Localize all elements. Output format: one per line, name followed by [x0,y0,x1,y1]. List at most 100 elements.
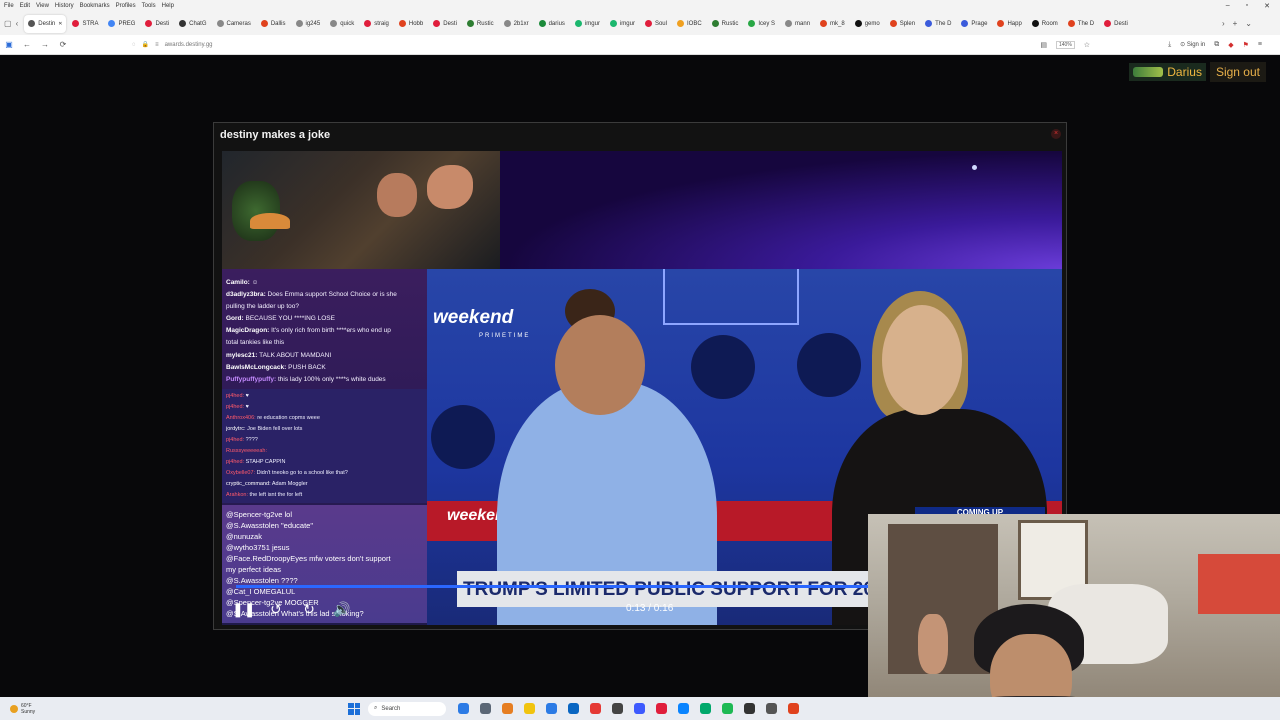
browser-tab[interactable]: Desti [1100,15,1132,33]
forward-icon[interactable]: ↻ [299,599,319,619]
pause-icon[interactable]: ❚❚ [232,599,255,619]
weather-widget[interactable]: 60°F Sunny [0,703,330,715]
chat-username[interactable]: cryptic_command: [226,481,271,487]
chat-username[interactable]: Anthrox406: [226,415,256,421]
reload-icon[interactable]: ⟳ [54,40,72,49]
shield-icon[interactable]: ◌ [132,42,136,48]
taskbar-app-icon[interactable] [788,703,799,714]
browser-tab[interactable]: Dallis [257,15,290,33]
chat-username[interactable]: Gord: [226,315,244,322]
page-info-icon[interactable]: ≡ [155,42,159,48]
minimize-icon[interactable]: – [1226,2,1230,10]
browser-tab[interactable]: straig [360,15,393,33]
address-bar[interactable]: ◌ 🔒 ≡ awards.destiny.gg [132,41,1032,49]
taskbar-app-icon[interactable] [480,703,491,714]
chat-username[interactable]: Arahkon: [226,492,248,498]
chat-username[interactable]: Oxybelle07: [226,470,255,476]
scroll-tabs-icon[interactable]: › [1222,19,1225,28]
tab-back-icon[interactable]: ‹ [16,19,19,28]
menu-profiles[interactable]: Profiles [116,3,136,9]
tab-actions-icon[interactable]: ▢ [4,19,12,28]
chat-username[interactable]: d3adlyz3bra: [226,291,266,298]
zoom-level[interactable]: 140% [1055,40,1075,49]
taskbar-app-icon[interactable] [656,703,667,714]
taskbar-app-icon[interactable] [700,703,711,714]
forward-icon[interactable]: → [36,40,54,49]
chat-username[interactable]: MagicDragon: [226,327,269,334]
chat-username[interactable]: BawlsMcLongcack: [226,364,286,371]
menu-file[interactable]: File [4,3,14,9]
browser-tab[interactable]: Splen [886,15,919,33]
extensions-icon[interactable]: ⧉ [1214,41,1219,49]
browser-tab[interactable]: Desti [429,15,461,33]
browser-tab[interactable]: STRA [68,15,102,33]
browser-tab[interactable]: Icey S [744,15,779,33]
sidebar-toggle-icon[interactable]: ▣ [0,40,18,49]
back-icon[interactable]: ← [18,40,36,49]
taskbar-app-icon[interactable] [590,703,601,714]
maximize-icon[interactable]: ▫ [1246,2,1248,10]
browser-tab[interactable]: Happ [993,15,1025,33]
chat-username[interactable]: jordytrc: [226,426,246,432]
taskbar-app-icon[interactable] [524,703,535,714]
chat-username[interactable]: mylesc21: [226,352,257,359]
taskbar-app-icon[interactable] [458,703,469,714]
browser-tab[interactable]: mann [781,15,814,33]
url-text[interactable]: awards.destiny.gg [165,42,213,48]
chat-username[interactable]: pj4hed: [226,437,244,443]
browser-tab[interactable]: mk_8 [816,15,849,33]
taskbar-app-icon[interactable] [766,703,777,714]
taskbar-app-icon[interactable] [744,703,755,714]
extension-flag-icon[interactable]: ⚑ [1243,41,1249,49]
browser-tab[interactable]: imgur [571,15,604,33]
taskbar-app-icon[interactable] [612,703,623,714]
browser-tab[interactable]: Rustic [708,15,743,33]
chat-username[interactable]: pj4hed: [226,404,244,410]
menu-view[interactable]: View [36,3,49,9]
browser-tab[interactable]: PREG [104,15,139,33]
tab-list-icon[interactable]: ⌄ [1245,19,1252,28]
taskbar-app-icon[interactable] [678,703,689,714]
menu-icon[interactable]: ≡ [1258,41,1262,48]
browser-tab[interactable]: Hobb [395,15,427,33]
new-tab-icon[interactable]: + [1233,19,1238,28]
browser-tab[interactable]: Soul [641,15,671,33]
bookmark-star-icon[interactable]: ☆ [1084,41,1090,49]
menu-help[interactable]: Help [162,3,174,9]
browser-tab[interactable]: darius [535,15,569,33]
browser-tab[interactable]: Room [1028,15,1062,33]
chat-username[interactable]: pj4hed: [226,393,244,399]
sign-in-button[interactable]: ⊙ Sign in [1180,41,1205,48]
reader-view-icon[interactable]: ▤ [1040,41,1047,49]
chat-username[interactable]: Camilo: [226,279,250,286]
taskbar-app-icon[interactable] [502,703,513,714]
menu-bookmarks[interactable]: Bookmarks [80,3,110,9]
browser-tab[interactable]: Cameras [213,15,255,33]
taskbar-app-icon[interactable] [634,703,645,714]
browser-tab[interactable]: The D [921,15,955,33]
browser-tab[interactable]: Rustic [463,15,498,33]
sign-out-button[interactable]: Sign out [1209,62,1266,82]
user-profile[interactable]: Darius [1129,63,1206,81]
close-window-icon[interactable]: ✕ [1264,2,1270,10]
browser-tab[interactable]: Desti [141,15,173,33]
taskbar-search[interactable]: ⌕ Search [368,701,446,716]
browser-tab[interactable]: Destin ✕ [24,14,67,33]
chat-username[interactable]: pj4hed: [226,459,244,465]
taskbar-app-icon[interactable] [546,703,557,714]
browser-tab[interactable]: The D [1064,15,1098,33]
menu-history[interactable]: History [55,3,74,9]
browser-tab[interactable]: ChatG [175,15,210,33]
chat-username[interactable]: Russsyeeeeeah: [226,448,267,454]
browser-tab[interactable]: imgur [606,15,639,33]
windows-start-icon[interactable] [348,702,360,715]
extension-red-icon[interactable]: ◆ [1228,41,1233,49]
menu-tools[interactable]: Tools [142,3,156,9]
taskbar-app-icon[interactable] [568,703,579,714]
close-tab-icon[interactable]: ✕ [58,21,62,27]
chat-username[interactable]: Puffypuffypuffy: [226,376,276,383]
taskbar-app-icon[interactable] [722,703,733,714]
menu-edit[interactable]: Edit [20,3,30,9]
close-icon[interactable]: × [1051,129,1061,139]
browser-tab[interactable]: gemo [851,15,884,33]
